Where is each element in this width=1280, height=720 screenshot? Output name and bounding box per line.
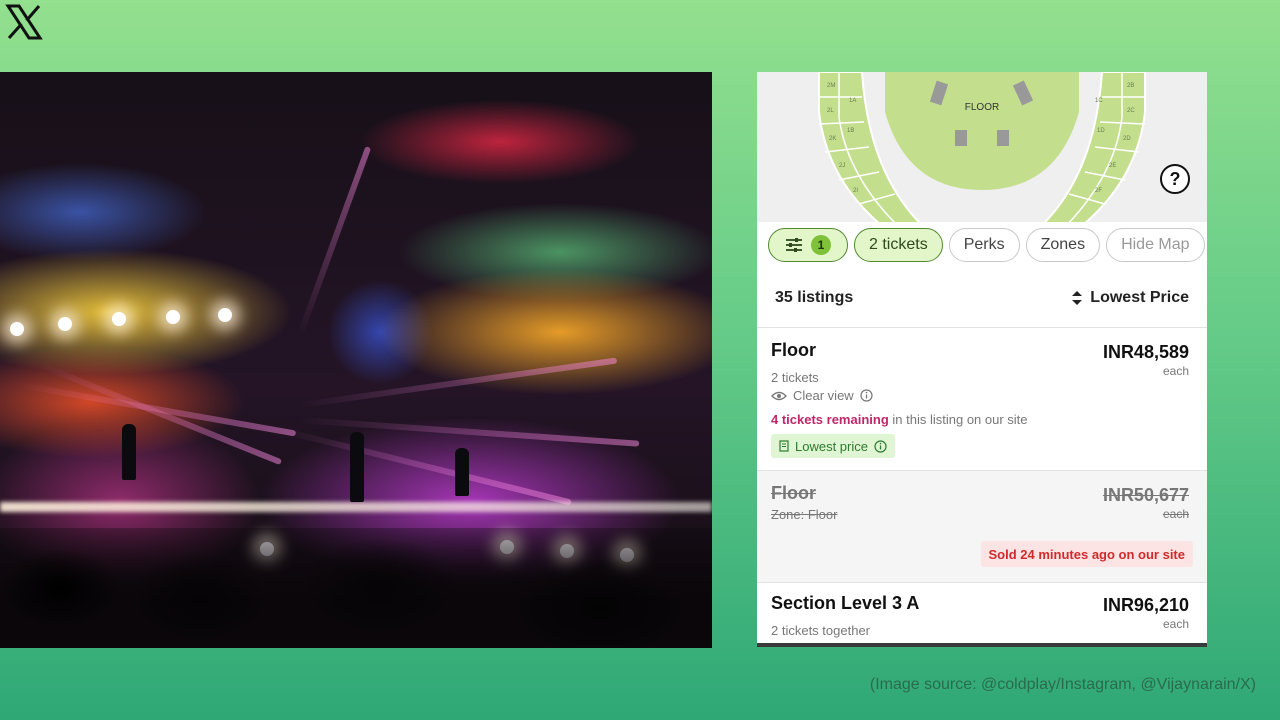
svg-text:1C: 1C xyxy=(1095,98,1103,104)
sliders-icon xyxy=(786,238,802,252)
svg-text:2F: 2F xyxy=(1095,188,1102,194)
sort-label: Lowest Price xyxy=(1090,288,1189,306)
ticket-quantity: 2 tickets xyxy=(771,370,819,385)
remaining-text: in this listing on our site xyxy=(888,412,1028,427)
listing-zone: Zone: Floor xyxy=(771,507,838,522)
chip-hide-map[interactable]: Hide Map xyxy=(1106,228,1205,262)
tickets-remaining-note: 4 tickets remaining in this listing on o… xyxy=(771,412,1028,427)
filter-button[interactable]: 1 xyxy=(768,228,848,262)
lowest-price-badge: Lowest price xyxy=(771,434,895,458)
chip-zones[interactable]: Zones xyxy=(1025,228,1101,262)
svg-text:1A: 1A xyxy=(849,98,856,104)
listing-price: INR50,677 xyxy=(1102,485,1189,505)
svg-text:2B: 2B xyxy=(1127,83,1134,89)
price-unit: each xyxy=(1162,617,1189,631)
view-label: Clear view xyxy=(793,388,854,403)
listings-header: 35 listings Lowest Price xyxy=(757,268,1207,328)
ticket-quantity: 2 tickets together xyxy=(771,623,870,638)
svg-text:2I: 2I xyxy=(853,188,858,194)
help-button[interactable]: ? xyxy=(1160,164,1190,194)
svg-text:1D: 1D xyxy=(1097,128,1105,134)
svg-text:2L: 2L xyxy=(827,108,834,114)
svg-text:1B: 1B xyxy=(847,128,854,134)
image-credit: (Image source: @coldplay/Instagram, @Vij… xyxy=(869,676,1256,693)
listing-card[interactable]: Floor INR48,589 each 2 tickets Clear vie… xyxy=(757,328,1207,471)
sort-arrows-icon xyxy=(1072,290,1083,305)
ticket-app-screen: 2M 2L 2K 2J 2I 2B 2C 2D 2E 2F 1A 1B 1C 1D FLOOR ?… xyxy=(757,72,1207,647)
listing-name: Floor xyxy=(771,483,816,503)
info-icon[interactable] xyxy=(874,439,887,453)
listing-card-sold[interactable]: Floor INR50,677 each Zone: Floor Sold 24… xyxy=(757,471,1207,583)
remaining-count: 4 tickets remaining xyxy=(771,412,889,427)
listing-count: 35 listings xyxy=(775,288,854,306)
svg-text:2C: 2C xyxy=(1127,108,1135,114)
svg-text:2M: 2M xyxy=(827,83,835,89)
sold-notice: Sold 24 minutes ago on our site xyxy=(980,541,1193,567)
listing-price: INR96,210 xyxy=(1102,595,1189,615)
listing-name: Section Level 3 A xyxy=(771,593,920,613)
listing-card[interactable]: Section Level 3 A INR96,210 each 2 ticke… xyxy=(757,583,1207,643)
listing-name: Floor xyxy=(771,340,816,360)
concert-photo xyxy=(0,72,712,648)
help-symbol: ? xyxy=(1169,168,1181,189)
view-quality: Clear view xyxy=(771,388,873,403)
svg-text:2E: 2E xyxy=(1109,163,1116,169)
listing-price: INR48,589 xyxy=(1102,342,1189,362)
chip-tickets[interactable]: 2 tickets xyxy=(854,228,943,262)
info-icon[interactable] xyxy=(860,389,873,402)
price-unit: each xyxy=(1162,364,1189,378)
svg-text:2D: 2D xyxy=(1123,136,1131,142)
badge-label: Lowest price xyxy=(795,438,868,454)
seat-map[interactable]: 2M 2L 2K 2J 2I 2B 2C 2D 2E 2F 1A 1B 1C 1D FLOOR ? xyxy=(757,72,1207,230)
chip-perks[interactable]: Perks xyxy=(948,228,1020,262)
x-logo-icon xyxy=(5,4,43,40)
eye-icon xyxy=(771,391,787,400)
price-unit: each xyxy=(1162,507,1189,521)
filter-chip-bar: 1 2 tickets Perks Zones Hide Map xyxy=(757,222,1207,268)
filter-count-badge: 1 xyxy=(811,235,831,255)
svg-text:2K: 2K xyxy=(829,136,836,142)
svg-text:2J: 2J xyxy=(839,163,845,169)
floor-label: FLOOR xyxy=(965,102,999,113)
sort-dropdown[interactable]: Lowest Price xyxy=(1072,289,1189,307)
receipt-icon xyxy=(779,440,789,452)
